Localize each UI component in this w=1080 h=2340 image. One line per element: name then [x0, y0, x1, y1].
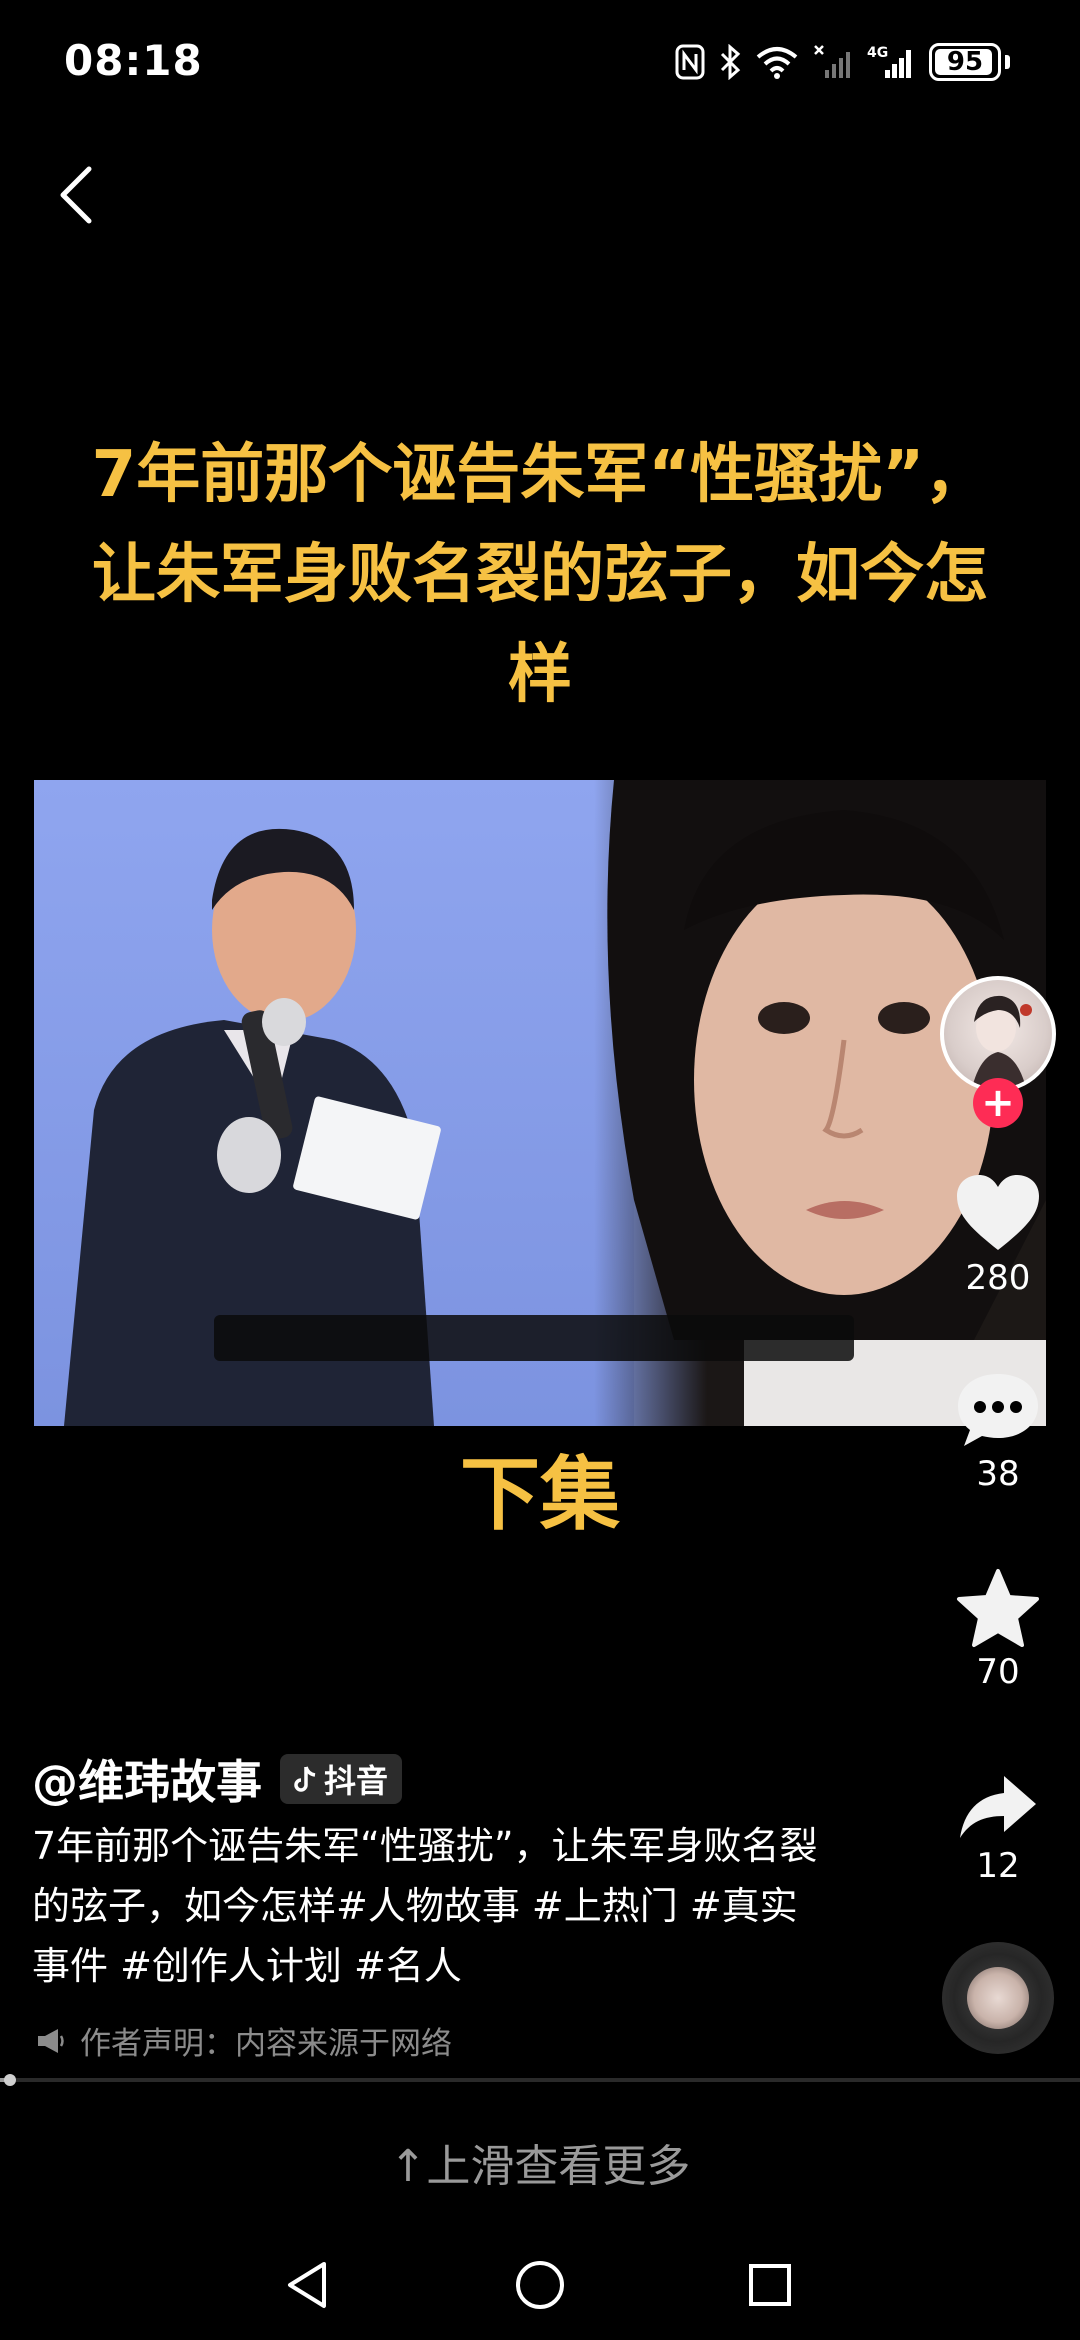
video-description[interactable]: 7年前那个诬告朱军“性骚扰”，让朱军身败名裂的弦子，如今怎样#人物故事 #上热门… — [32, 1816, 832, 1996]
video-progress-bar[interactable] — [0, 2074, 1080, 2086]
signal-4g-icon: 4G — [867, 44, 915, 80]
share-button[interactable]: 12 — [940, 1772, 1056, 1886]
chevron-left-icon — [60, 166, 92, 224]
favorite-count: 70 — [976, 1652, 1020, 1692]
author-name[interactable]: @维玮故事 — [32, 1746, 262, 1812]
nav-back-button[interactable] — [272, 2250, 342, 2320]
back-button[interactable] — [40, 160, 110, 230]
battery-level: 95 — [946, 47, 984, 77]
platform-badge: 抖音 — [280, 1754, 403, 1804]
like-button[interactable]: 280 — [940, 1172, 1056, 1298]
battery-tip — [1005, 55, 1010, 69]
comment-button[interactable]: 38 — [940, 1370, 1056, 1494]
battery-icon: 95 — [929, 43, 1001, 81]
nav-recents-button[interactable] — [735, 2250, 805, 2320]
system-nav-bar — [0, 2230, 1080, 2340]
music-cover — [967, 1967, 1029, 2029]
platform-badge-label: 抖音 — [324, 1762, 389, 1800]
video-frame[interactable] — [34, 780, 1046, 1426]
nfc-icon — [675, 44, 705, 80]
square-recents-icon — [749, 2264, 791, 2306]
share-arrow-icon — [960, 1776, 1036, 1838]
bluetooth-icon — [719, 44, 741, 80]
subtitle-strip — [214, 1315, 854, 1361]
video-progress-handle[interactable] — [4, 2074, 17, 2086]
status-time: 08:18 — [64, 36, 203, 85]
heart-icon — [957, 1175, 1039, 1250]
megaphone-icon — [38, 2028, 64, 2053]
author-avatar[interactable] — [940, 976, 1056, 1092]
like-count: 280 — [965, 1258, 1031, 1298]
avatar-illustration — [972, 995, 1032, 1088]
status-bar: 08:18 4G 95 — [0, 0, 1080, 120]
star-icon — [957, 1569, 1039, 1647]
circle-home-icon — [516, 2261, 564, 2309]
svg-text:4G: 4G — [867, 45, 888, 61]
wifi-icon — [755, 45, 799, 79]
disclaimer-text: 作者声明：内容来源于网络 — [80, 2026, 452, 2062]
tiktok-note-icon — [294, 1766, 316, 1792]
comment-count: 38 — [976, 1454, 1020, 1494]
status-icons: 4G 95 — [675, 40, 1010, 84]
comment-icon — [958, 1374, 1038, 1446]
music-disc[interactable] — [942, 1942, 1054, 2054]
author-row: @维玮故事 抖音 — [32, 1746, 403, 1812]
nav-home-button[interactable] — [505, 2250, 575, 2320]
follow-button[interactable]: + — [973, 1078, 1023, 1128]
share-count: 12 — [976, 1846, 1020, 1886]
author-disclaimer: 作者声明：内容来源于网络 — [36, 2018, 452, 2063]
signal-no-sim-icon — [813, 44, 853, 80]
video-headline: 7年前那个诬告朱军“性骚扰”，让朱军身败名裂的弦子，如今怎样 — [91, 438, 989, 712]
swipe-up-hint[interactable]: ↑上滑查看更多 — [0, 2130, 1080, 2194]
favorite-button[interactable]: 70 — [940, 1568, 1056, 1692]
triangle-back-icon — [288, 2262, 326, 2308]
episode-label: 下集 — [460, 1448, 620, 1541]
